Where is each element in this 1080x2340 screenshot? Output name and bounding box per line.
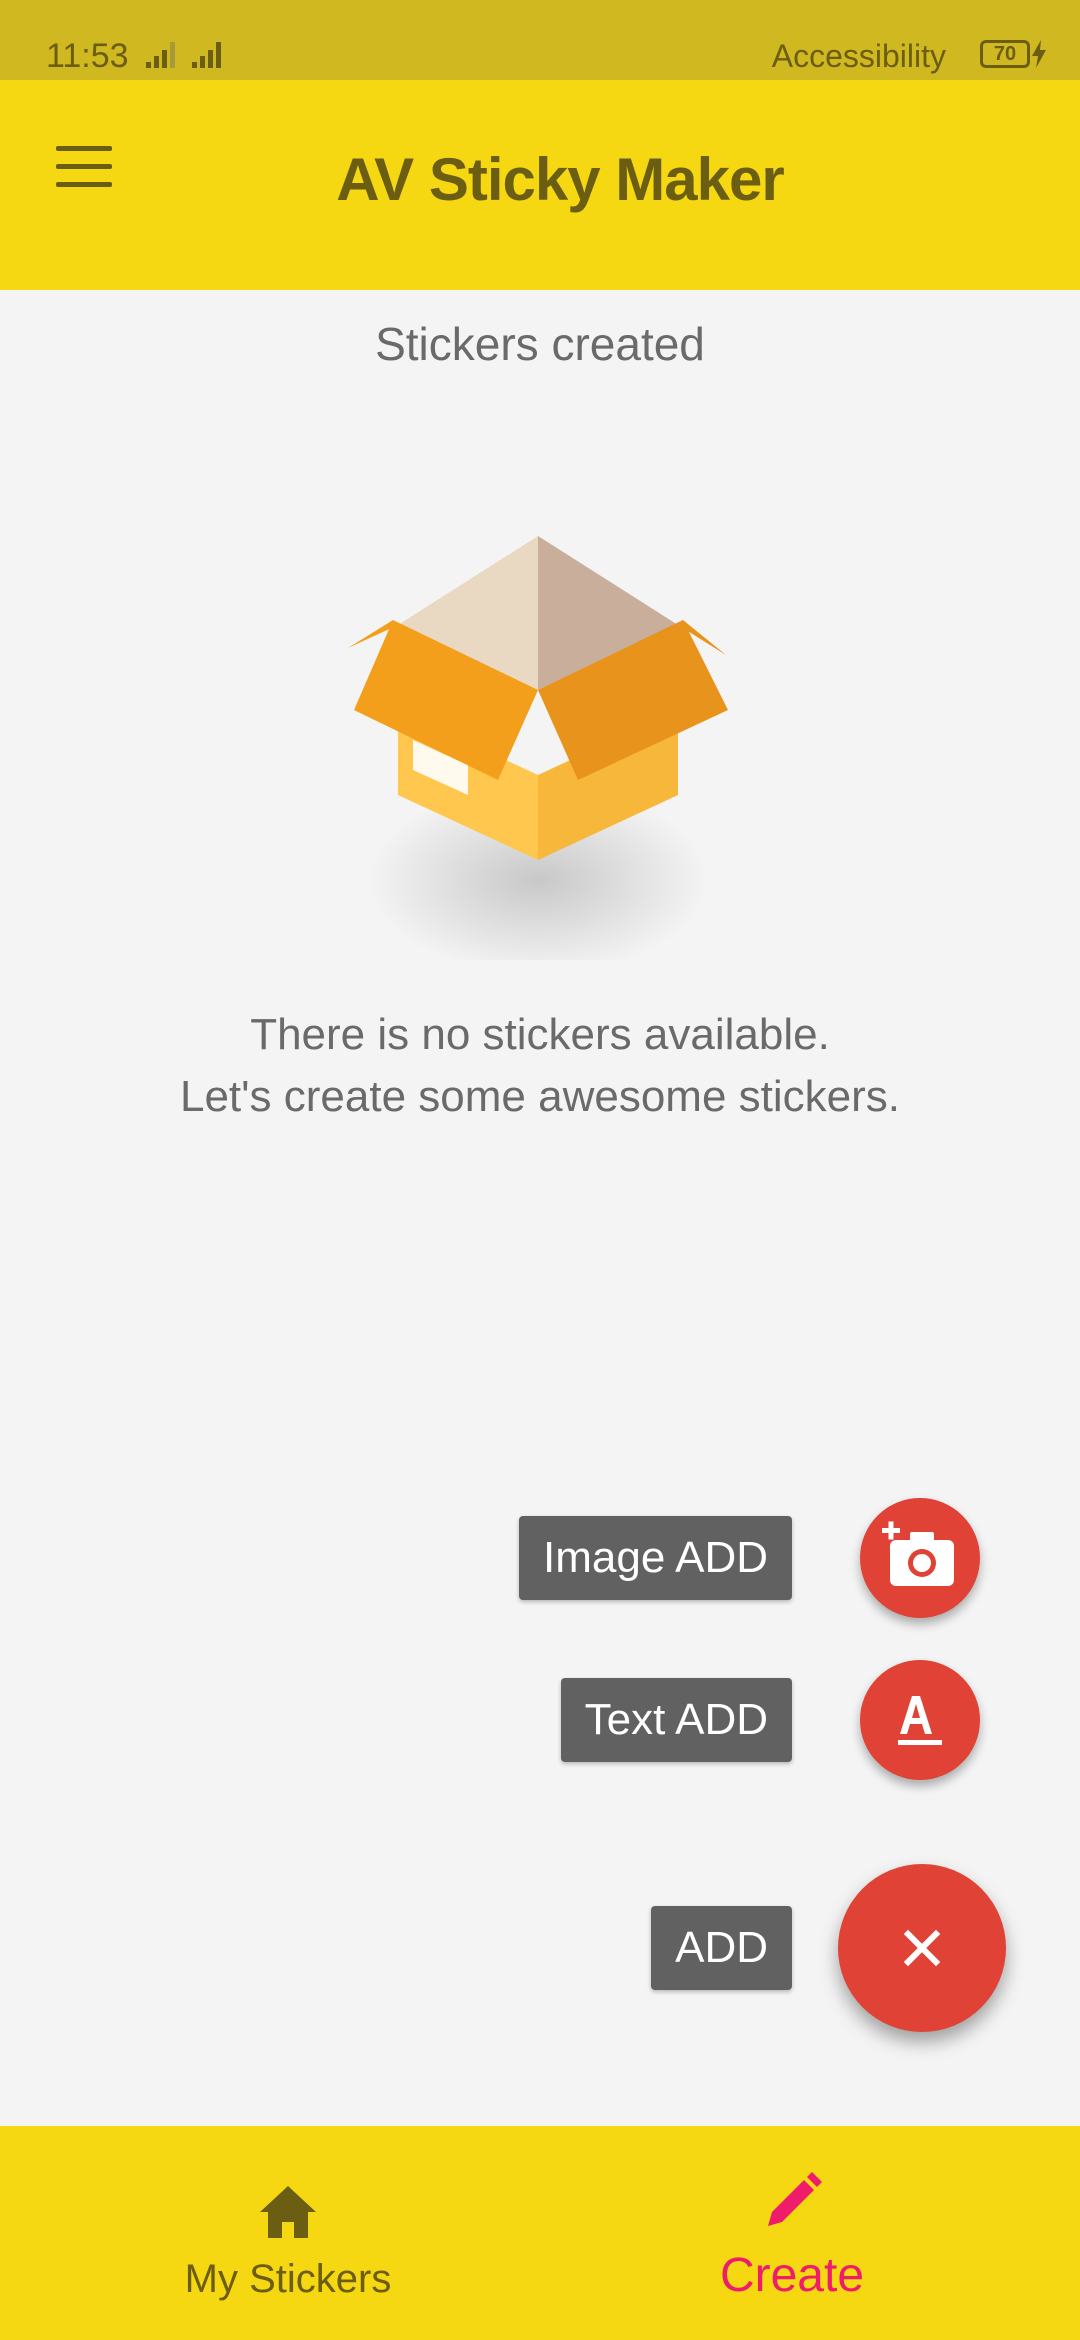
charging-icon: [1032, 40, 1046, 68]
add-fab-button[interactable]: [838, 1864, 1006, 2032]
add-label[interactable]: ADD: [651, 1906, 792, 1990]
status-time: 11:53: [46, 37, 129, 75]
nav-label-my-stickers: My Stickers: [184, 2257, 392, 2301]
close-icon: [903, 1929, 941, 1967]
signal-icon-2: [192, 42, 221, 68]
add-photo-icon: [882, 1521, 954, 1586]
signal-icon: [146, 42, 175, 68]
empty-message: There is no stickers available. Let's cr…: [0, 1004, 1080, 1128]
text-add-button[interactable]: [860, 1660, 980, 1780]
open-box-icon: [348, 536, 728, 960]
battery-icon: 70: [980, 40, 1030, 68]
empty-message-line-2: Let's create some awesome stickers.: [179, 1072, 900, 1121]
pencil-icon: [768, 2172, 822, 2226]
home-icon: [260, 2186, 316, 2238]
app-title: AV Sticky Maker: [336, 146, 784, 213]
image-add-button[interactable]: [860, 1498, 980, 1618]
nav-item-create[interactable]: Create: [522, 2126, 1062, 2340]
accessibility-label: Accessibility: [771, 38, 946, 74]
empty-message-line-1: There is no stickers available.: [250, 1010, 830, 1059]
app-bar: AV Sticky Maker: [0, 80, 1080, 290]
status-bar: 11:53 Accessibility 70: [0, 0, 1080, 80]
image-add-label[interactable]: Image ADD: [519, 1516, 792, 1600]
nav-label-create: Create: [719, 2249, 865, 2302]
bottom-navigation: My Stickers Create: [0, 2126, 1080, 2340]
text-format-icon: [898, 1696, 942, 1745]
section-title: Stickers created: [375, 318, 705, 370]
nav-item-my-stickers[interactable]: My Stickers: [18, 2126, 558, 2340]
text-add-label[interactable]: Text ADD: [560, 1678, 792, 1762]
